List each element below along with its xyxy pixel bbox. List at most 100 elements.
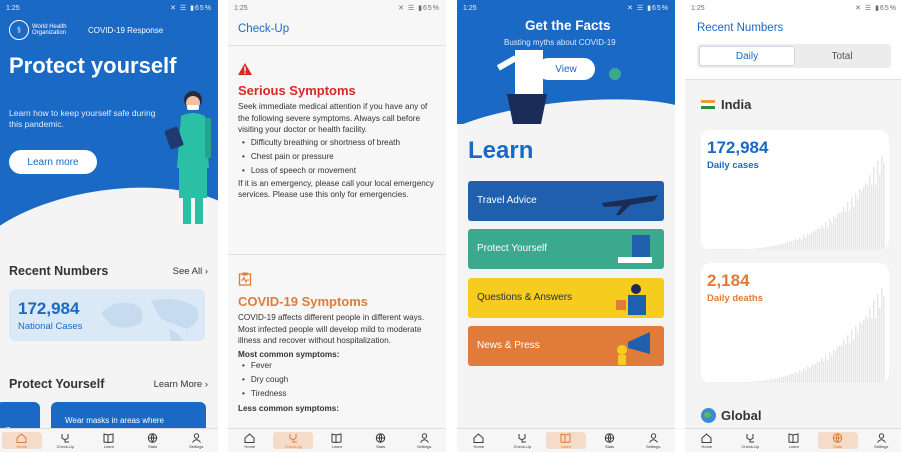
who-logo-icon: ⚕ <box>9 20 29 40</box>
learn-more-link[interactable]: Learn More › <box>154 379 208 390</box>
home-screen: 1:25 ✕ ☰ ▮65% ⚕ World Health Organizatio… <box>0 0 218 452</box>
card-label: News & Press <box>477 340 540 351</box>
nav-home[interactable]: Home <box>1 432 42 449</box>
view-button[interactable]: View <box>537 58 595 80</box>
nav-home[interactable]: Home <box>687 432 727 449</box>
nav-learn[interactable]: Learn <box>317 432 357 449</box>
globe-icon <box>701 408 716 423</box>
nav-check-up[interactable]: Check-Up <box>502 432 542 449</box>
status-icons: ✕ ☰ ▮65% <box>170 5 212 12</box>
facts-subtitle: Busting myths about COVID-19 <box>504 38 616 47</box>
nav-home[interactable]: Home <box>230 432 270 449</box>
list-item: Chest pain or pressure <box>242 150 436 164</box>
check-up-title: Check-Up <box>238 23 290 35</box>
protect-yourself-heading: Protect Yourself <box>9 377 105 391</box>
nav-learn[interactable]: Learn <box>545 432 586 449</box>
bottom-nav: Home Check-Up Learn Stats Settings <box>228 428 446 452</box>
card-label: Travel Advice <box>477 195 537 206</box>
nav-home[interactable]: Home <box>459 432 499 449</box>
section-divider <box>228 254 446 255</box>
travel-advice-card[interactable]: Travel Advice <box>468 181 664 221</box>
country-name: India <box>721 97 752 112</box>
globe-icon <box>147 432 159 443</box>
country-heading: India <box>701 97 751 112</box>
airplane-icon <box>602 195 658 215</box>
list-item: Difficulty breathing or shortness of bre… <box>242 136 436 150</box>
list-item: Tiredness <box>242 387 436 401</box>
nav-learn[interactable]: Learn <box>774 432 814 449</box>
protect-card-text: Wear masks in areas where <box>65 416 164 425</box>
serious-symptoms-title: Serious Symptoms <box>238 83 356 98</box>
status-bar: 1:25 ✕ ☰ ▮65% <box>463 4 669 13</box>
stethoscope-icon <box>59 432 71 443</box>
book-icon <box>103 432 115 443</box>
warning-icon <box>238 63 252 75</box>
common-list: Fever Dry cough Tiredness <box>238 359 436 401</box>
nav-check-up[interactable]: Check-Up <box>273 432 314 449</box>
stethoscope-icon <box>287 432 299 443</box>
world-map-icon <box>101 299 199 341</box>
stethoscope-icon <box>516 432 528 443</box>
nav-stats[interactable]: Stats <box>361 432 401 449</box>
globe-icon <box>375 432 387 443</box>
national-cases-card[interactable]: 172,984 National Cases <box>9 289 205 341</box>
nav-learn[interactable]: Learn <box>89 432 129 449</box>
daily-deaths-card[interactable]: 2,184 Daily deaths <box>701 263 889 383</box>
nav-settings[interactable]: Settings <box>176 432 216 449</box>
book-icon <box>560 432 572 443</box>
see-all-link[interactable]: See All › <box>173 266 208 277</box>
protect-yourself-card[interactable]: Protect Yourself <box>468 229 664 269</box>
nav-stats[interactable]: Stats <box>590 432 630 449</box>
who-header: ⚕ World Health Organization COVID-19 Res… <box>9 20 163 40</box>
nav-settings[interactable]: Settings <box>404 432 444 449</box>
virus-icon <box>609 68 621 80</box>
who-name: World Health Organization <box>32 23 67 37</box>
list-item: Dry cough <box>242 373 436 387</box>
covid-symptoms-title: COVID-19 Symptoms <box>238 294 369 309</box>
learn-more-button[interactable]: Learn more <box>9 150 97 174</box>
bottom-nav: Home Check-Up Learn Stats Settings <box>0 428 218 452</box>
global-label: Global <box>721 408 762 423</box>
home-icon <box>473 432 485 443</box>
nav-stats[interactable]: Stats <box>817 432 858 449</box>
tab-daily[interactable]: Daily <box>699 46 795 66</box>
response-label: COVID-19 Response <box>88 25 164 35</box>
national-cases-label: National Cases <box>18 321 83 332</box>
recent-numbers-heading: Recent Numbers <box>9 264 109 278</box>
status-time: 1:25 <box>6 4 20 12</box>
card-label: Questions & Answers <box>477 292 573 303</box>
learn-screen: 1:25 ✕ ☰ ▮65% Get the Facts Busting myth… <box>457 0 675 452</box>
nav-settings[interactable]: Settings <box>633 432 673 449</box>
person-icon <box>418 432 430 443</box>
reader-icon <box>616 284 646 315</box>
list-item: Loss of speech or movement <box>242 164 436 178</box>
daily-cases-sparkline <box>705 155 885 250</box>
covid-symptoms-section: COVID-19 Symptoms COVID-19 affects diffe… <box>238 272 436 413</box>
home-icon <box>244 432 256 443</box>
learn-heading: Learn <box>468 137 534 164</box>
nav-stats[interactable]: Stats <box>133 432 173 449</box>
globe-icon <box>832 432 844 443</box>
questions-answers-card[interactable]: Questions & Answers <box>468 278 664 318</box>
news-press-card[interactable]: News & Press <box>468 326 664 366</box>
nav-settings[interactable]: Settings <box>861 432 901 449</box>
check-up-screen: 1:25 ✕ ☰ ▮65% Check-Up Serious Symptoms … <box>228 0 446 452</box>
global-heading: Global <box>701 408 761 423</box>
book-icon <box>331 432 343 443</box>
stats-title: Recent Numbers <box>697 22 784 34</box>
facts-title: Get the Facts <box>525 18 611 33</box>
serious-intro: Seek immediate medical attention if you … <box>238 102 428 134</box>
emergency-note: If it is an emergency, please call your … <box>238 178 434 200</box>
common-symptoms-label: Most common symptoms: <box>238 349 340 359</box>
daily-cases-card[interactable]: 172,984 Daily cases <box>701 130 889 250</box>
nav-check-up[interactable]: Check-Up <box>45 432 85 449</box>
stats-screen: Recent Numbers Daily Total 1:25 ✕ ☰ ▮65%… <box>685 0 901 452</box>
tab-total[interactable]: Total <box>795 46 889 66</box>
status-bar: 1:25 ✕ ☰ ▮65% <box>0 0 218 16</box>
covid-intro: COVID-19 affects different people in dif… <box>238 313 425 345</box>
hero-subtitle: Learn how to keep yourself safe during t… <box>9 108 156 129</box>
daily-total-toggle: Daily Total <box>697 44 891 68</box>
handwashing-icon <box>618 235 652 263</box>
nav-check-up[interactable]: Check-Up <box>730 432 770 449</box>
bottom-nav: Home Check-Up Learn Stats Settings <box>457 428 675 452</box>
